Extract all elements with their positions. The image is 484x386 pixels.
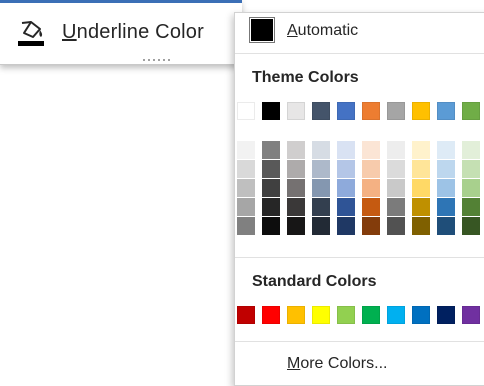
theme-shade-swatch[interactable] xyxy=(287,179,305,197)
theme-shade-swatch[interactable] xyxy=(362,198,380,216)
theme-shade-swatch[interactable] xyxy=(462,179,480,197)
theme-color-swatch[interactable] xyxy=(312,102,330,120)
theme-shade-swatch[interactable] xyxy=(312,198,330,216)
theme-shade-swatch[interactable] xyxy=(287,217,305,235)
theme-shade-swatch[interactable] xyxy=(462,217,480,235)
theme-colors-title: Theme Colors xyxy=(252,69,359,86)
theme-shade-swatch[interactable] xyxy=(237,217,255,235)
theme-color-swatch[interactable] xyxy=(412,102,430,120)
theme-shade-swatch[interactable] xyxy=(387,141,405,159)
standard-color-swatch[interactable] xyxy=(387,306,405,324)
theme-shade-swatch[interactable] xyxy=(437,198,455,216)
paint-bucket-icon xyxy=(18,21,44,46)
theme-shade-swatch[interactable] xyxy=(337,217,355,235)
theme-shade-swatch[interactable] xyxy=(237,160,255,178)
theme-shade-swatch[interactable] xyxy=(462,141,480,159)
theme-shade-swatch[interactable] xyxy=(237,141,255,159)
theme-shade-swatch[interactable] xyxy=(337,179,355,197)
standard-color-swatch[interactable] xyxy=(437,306,455,324)
standard-color-swatch[interactable] xyxy=(412,306,430,324)
theme-color-swatch[interactable] xyxy=(287,102,305,120)
standard-color-swatch[interactable] xyxy=(262,306,280,324)
theme-shade-swatch[interactable] xyxy=(412,179,430,197)
automatic-label: Automatic xyxy=(287,22,359,39)
theme-shade-swatch[interactable] xyxy=(387,179,405,197)
menu-top-accent xyxy=(0,0,242,3)
theme-color-swatch[interactable] xyxy=(337,102,355,120)
theme-shade-swatch[interactable] xyxy=(412,160,430,178)
theme-shade-swatch[interactable] xyxy=(437,141,455,159)
format-menu: Underline Color xyxy=(0,0,242,65)
underline-color-label: Underline Color xyxy=(62,20,204,43)
theme-shade-swatch[interactable] xyxy=(312,217,330,235)
standard-color-swatch[interactable] xyxy=(312,306,330,324)
theme-shade-swatch[interactable] xyxy=(387,217,405,235)
theme-shade-swatch[interactable] xyxy=(437,179,455,197)
standard-color-swatch[interactable] xyxy=(462,306,480,324)
underline-color-dropdown: Automatic Theme Colors Standard Colors M… xyxy=(234,12,484,386)
menu-resize-grip[interactable] xyxy=(143,59,173,62)
standard-color-swatch[interactable] xyxy=(362,306,380,324)
automatic-swatch xyxy=(249,17,275,43)
theme-shade-swatch[interactable] xyxy=(337,198,355,216)
theme-shade-swatch[interactable] xyxy=(462,198,480,216)
theme-shade-swatch[interactable] xyxy=(412,141,430,159)
more-colors-button[interactable]: More Colors... xyxy=(287,355,387,373)
theme-color-swatch[interactable] xyxy=(262,102,280,120)
standard-color-swatch[interactable] xyxy=(337,306,355,324)
theme-shade-swatch[interactable] xyxy=(362,217,380,235)
theme-shade-swatch[interactable] xyxy=(287,141,305,159)
theme-shade-swatch[interactable] xyxy=(437,217,455,235)
theme-shade-swatch[interactable] xyxy=(262,141,280,159)
theme-shade-swatch[interactable] xyxy=(337,141,355,159)
separator xyxy=(235,341,484,342)
theme-shade-swatch[interactable] xyxy=(262,160,280,178)
automatic-option[interactable]: Automatic xyxy=(235,13,484,51)
separator xyxy=(235,257,484,258)
theme-shade-swatch[interactable] xyxy=(287,198,305,216)
theme-shade-swatch[interactable] xyxy=(437,160,455,178)
theme-shade-swatch[interactable] xyxy=(237,179,255,197)
theme-shade-swatch[interactable] xyxy=(362,179,380,197)
theme-shade-swatch[interactable] xyxy=(412,198,430,216)
standard-colors-title: Standard Colors xyxy=(252,273,377,290)
theme-shade-swatch[interactable] xyxy=(312,141,330,159)
theme-color-swatch[interactable] xyxy=(237,102,255,120)
theme-shade-swatch[interactable] xyxy=(287,160,305,178)
theme-color-swatch[interactable] xyxy=(387,102,405,120)
theme-color-swatch[interactable] xyxy=(462,102,480,120)
theme-shade-swatch[interactable] xyxy=(362,160,380,178)
theme-shade-swatch[interactable] xyxy=(362,141,380,159)
theme-shade-swatch[interactable] xyxy=(312,160,330,178)
theme-shade-swatch[interactable] xyxy=(312,179,330,197)
theme-shade-swatch[interactable] xyxy=(412,217,430,235)
theme-shade-swatch[interactable] xyxy=(237,198,255,216)
underline-color-menu-item[interactable]: Underline Color xyxy=(14,12,204,52)
separator xyxy=(235,53,484,54)
theme-color-swatch[interactable] xyxy=(362,102,380,120)
theme-shade-swatch[interactable] xyxy=(337,160,355,178)
theme-shade-swatch[interactable] xyxy=(387,198,405,216)
theme-shade-swatch[interactable] xyxy=(387,160,405,178)
standard-color-swatch[interactable] xyxy=(237,306,255,324)
theme-color-swatch[interactable] xyxy=(437,102,455,120)
standard-color-swatch[interactable] xyxy=(287,306,305,324)
theme-shade-swatch[interactable] xyxy=(262,198,280,216)
theme-shade-swatch[interactable] xyxy=(262,217,280,235)
theme-shade-swatch[interactable] xyxy=(462,160,480,178)
theme-shade-swatch[interactable] xyxy=(262,179,280,197)
